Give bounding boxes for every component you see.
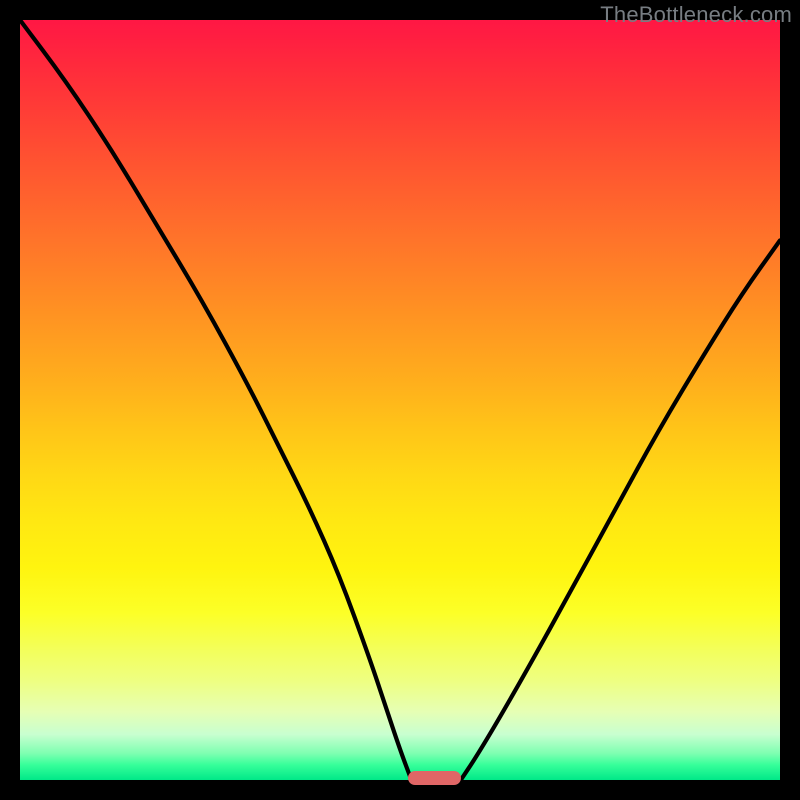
plot-area bbox=[20, 20, 780, 780]
curve-layer bbox=[20, 20, 780, 780]
chart-frame: TheBottleneck.com bbox=[0, 0, 800, 800]
right-curve bbox=[461, 240, 780, 780]
left-curve bbox=[20, 20, 411, 780]
trough-pill bbox=[408, 771, 461, 785]
